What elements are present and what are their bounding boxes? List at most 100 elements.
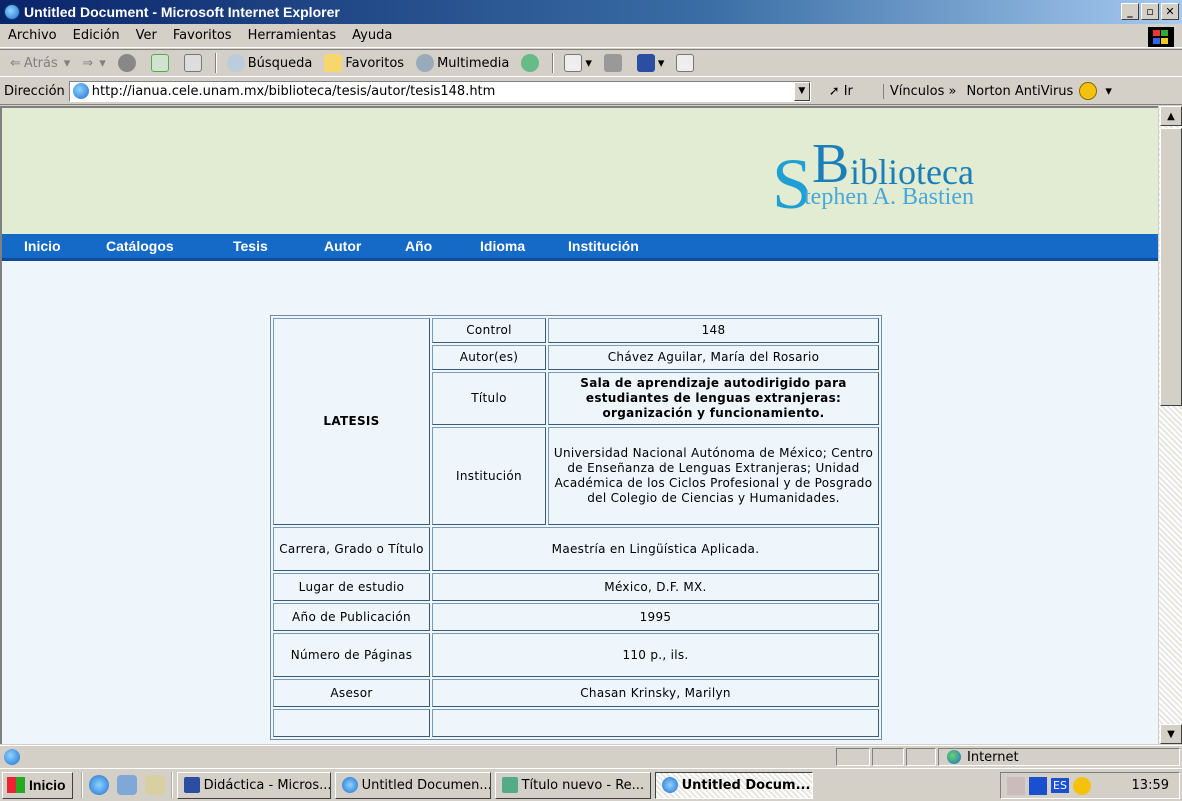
discuss-icon (676, 54, 695, 72)
stop-icon (117, 54, 136, 72)
address-input[interactable]: http://ianua.cele.unam.mx/biblioteca/tes… (68, 80, 811, 102)
start-button[interactable]: Inicio (2, 771, 73, 799)
place-value: México, D.F. MX. (432, 573, 879, 601)
search-button[interactable]: Búsqueda (221, 54, 319, 72)
status-cell (872, 748, 904, 766)
print-button[interactable] (598, 54, 631, 72)
forward-button[interactable]: ⇒ ▾ (76, 56, 111, 71)
biblioteca-logo: S B iblioteca tephen A. Bastien (772, 133, 974, 224)
menu-ver[interactable]: Ver (128, 28, 165, 43)
place-label: Lugar de estudio (273, 573, 430, 601)
scroll-down-button[interactable]: ▼ (1160, 724, 1182, 744)
nav-inicio[interactable]: Inicio (24, 238, 61, 254)
site-nav: Inicio Catálogos Tesis Autor Año Idioma … (2, 234, 1158, 261)
nav-catalogos[interactable]: Catálogos (106, 238, 174, 254)
show-desktop-icon[interactable] (144, 775, 165, 795)
next-row-cell (273, 709, 430, 737)
pages-value: 110 p., ils. (432, 633, 879, 677)
refresh-button[interactable] (145, 54, 178, 72)
frontpage-icon (501, 777, 518, 793)
ie-icon (4, 4, 20, 20)
next-row-cell (432, 709, 879, 737)
page-content: S B iblioteca tephen A. Bastien Inicio C… (0, 106, 1158, 744)
media-icon (416, 54, 435, 72)
discuss-button[interactable] (670, 54, 703, 72)
pages-label: Número de Páginas (273, 633, 430, 677)
menu-edicion[interactable]: Edición (65, 28, 128, 43)
word-icon (636, 54, 655, 72)
window-title: Untitled Document - Microsoft Internet E… (24, 4, 340, 20)
norton-antivirus-button[interactable]: Norton AntiVirus ▾ (966, 82, 1112, 100)
table-row: Carrera, Grado o Título Maestría en Ling… (273, 527, 879, 571)
nav-tesis[interactable]: Tesis (233, 238, 268, 254)
thesis-record-table: LATESIS Control 148 Autor(es) Chávez Agu… (270, 315, 882, 740)
favorites-button[interactable]: Favoritos (318, 54, 410, 72)
title-label: Título (432, 372, 546, 425)
refresh-icon (150, 54, 169, 72)
nav-institucion[interactable]: Institución (568, 238, 639, 254)
status-cell (906, 748, 936, 766)
address-url: http://ianua.cele.unam.mx/biblioteca/tes… (91, 83, 496, 99)
table-row: LATESIS Control 148 (273, 318, 879, 525)
stop-button[interactable] (112, 54, 145, 72)
author-value: Chávez Aguilar, María del Rosario (548, 345, 879, 370)
control-value: 148 (548, 318, 879, 343)
history-button[interactable] (515, 54, 548, 72)
outlook-quicklaunch-icon[interactable] (116, 775, 137, 795)
year-value: 1995 (432, 603, 879, 631)
windows-flag-icon (7, 777, 25, 793)
norton-tray-icon[interactable] (1072, 776, 1091, 795)
system-tray: ES 13:59 (1000, 772, 1180, 799)
links-button[interactable]: Vínculos » (882, 83, 956, 99)
home-button[interactable] (178, 54, 211, 72)
mail-button[interactable]: ▾ (558, 54, 598, 72)
back-button[interactable]: ⇐ Atrás ▾ (4, 56, 76, 71)
search-icon (226, 54, 245, 72)
maximize-button[interactable]: ▫ (1141, 3, 1159, 20)
scroll-up-button[interactable]: ▲ (1160, 106, 1182, 126)
history-icon (521, 54, 540, 72)
ie-quicklaunch-icon[interactable] (88, 775, 109, 795)
norton-icon (1079, 82, 1098, 100)
author-label: Autor(es) (432, 345, 546, 370)
go-button[interactable]: ➚ Ir (829, 84, 853, 99)
degree-label: Carrera, Grado o Título (273, 527, 430, 571)
title-bar[interactable]: Untitled Document - Microsoft Internet E… (0, 0, 1182, 24)
address-dropdown-button[interactable]: ▼ (793, 81, 810, 101)
menu-bar: Archivo Edición Ver Favoritos Herramient… (0, 24, 1182, 48)
media-tray-icon[interactable] (1029, 776, 1047, 795)
advisor-value: Chasan Krinsky, Marilyn (432, 679, 879, 707)
address-bar: Dirección http://ianua.cele.unam.mx/bibl… (0, 78, 1182, 105)
menu-ayuda[interactable]: Ayuda (344, 28, 400, 43)
forward-arrow-icon: ⇒ (82, 55, 94, 71)
address-label: Dirección (4, 83, 65, 99)
ie-window: Untitled Document - Microsoft Internet E… (0, 0, 1182, 801)
internet-globe-icon (947, 750, 961, 764)
nav-autor[interactable]: Autor (324, 238, 361, 254)
edit-button[interactable]: ▾ (631, 54, 671, 72)
menu-archivo[interactable]: Archivo (0, 28, 65, 43)
mail-icon (564, 54, 583, 72)
minimize-button[interactable]: _ (1121, 3, 1139, 20)
menu-favoritos[interactable]: Favoritos (165, 28, 240, 43)
media-button[interactable]: Multimedia (410, 54, 515, 72)
task-untitled-1[interactable]: Untitled Documen... (334, 771, 491, 799)
security-zone: Internet (938, 748, 1180, 766)
windows-logo-icon (1148, 27, 1174, 47)
vertical-scrollbar[interactable]: ▲ ▼ (1158, 106, 1182, 744)
institution-label: Institución (432, 427, 546, 525)
task-didactica[interactable]: Didáctica - Micros... (176, 771, 331, 799)
language-indicator[interactable]: ES (1051, 778, 1069, 793)
task-untitled-active[interactable]: Untitled Docum... (654, 771, 813, 799)
control-label: Control (432, 318, 546, 343)
year-label: Año de Publicación (273, 603, 430, 631)
volume-icon[interactable] (1007, 776, 1025, 795)
clock: 13:59 (1131, 778, 1169, 793)
menu-herramientas[interactable]: Herramientas (240, 28, 345, 43)
nav-ano[interactable]: Año (405, 238, 432, 254)
nav-idioma[interactable]: Idioma (480, 238, 525, 254)
page-status-icon (4, 748, 20, 765)
scroll-thumb[interactable] (1160, 128, 1182, 406)
close-button[interactable]: ✕ (1161, 3, 1179, 20)
task-titulo-nuevo[interactable]: Título nuevo - Re... (494, 771, 651, 799)
